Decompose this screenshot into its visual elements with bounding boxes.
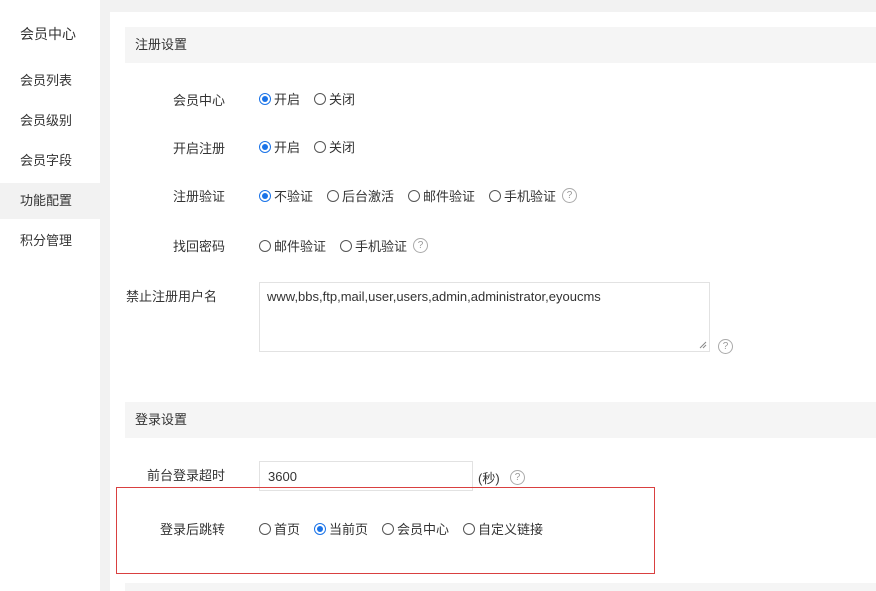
login-redirect-label: 登录后跳转 [159, 522, 225, 537]
login-section-header: 登录设置 [125, 402, 876, 438]
verify-phone-radio[interactable]: 手机验证 [489, 186, 556, 205]
login-timeout-label: 前台登录超时 [146, 468, 225, 483]
radio-dot [259, 189, 271, 202]
login-timeout-unit: (秒) [478, 471, 500, 486]
sidebar-item-member-list[interactable]: 会员列表 [0, 63, 100, 99]
main-panel: 注册设置 会员中心 开启 关闭 开启注册 开启 关闭 注册验证 不验证 后台激活… [110, 12, 876, 591]
radio-dot [463, 522, 476, 535]
radio-dot [382, 522, 395, 535]
next-section-header [125, 583, 876, 591]
radio-dot [489, 189, 502, 202]
radio-dot [259, 140, 271, 153]
radio-label: 开启 [274, 140, 301, 155]
open-register-label: 开启注册 [172, 141, 225, 156]
radio-label: 手机验证 [355, 239, 408, 254]
login-redirect-radio-group: 首页 当前页 会员中心 自定义链接 [259, 519, 557, 538]
radio-label: 关闭 [329, 92, 356, 107]
help-icon[interactable]: ? [718, 339, 733, 354]
member-center-on-radio[interactable]: 开启 [259, 89, 300, 108]
banned-usernames-textarea[interactable] [259, 282, 710, 352]
radio-label: 开启 [274, 92, 301, 107]
recover-phone-radio[interactable]: 手机验证 [340, 236, 407, 255]
radio-dot [259, 522, 271, 535]
sidebar-title: 会员中心 [20, 26, 76, 42]
member-center-label: 会员中心 [172, 93, 225, 108]
radio-label: 自定义链接 [478, 522, 544, 537]
radio-dot [314, 92, 327, 105]
radio-dot [314, 140, 327, 153]
radio-label: 关闭 [329, 140, 356, 155]
radio-label: 邮件验证 [423, 189, 476, 204]
help-icon[interactable]: ? [510, 470, 525, 485]
radio-label: 首页 [274, 522, 301, 537]
radio-dot [259, 92, 271, 105]
recover-password-radio-group: 邮件验证 手机验证 ? [259, 236, 429, 255]
sidebar: 会员中心 会员列表 会员级别 会员字段 功能配置 积分管理 [0, 0, 100, 591]
resize-handle-icon[interactable] [699, 341, 707, 349]
radio-label: 当前页 [329, 522, 369, 537]
redirect-current-page-radio[interactable]: 当前页 [314, 519, 368, 538]
sidebar-item-member-level[interactable]: 会员级别 [0, 103, 100, 139]
radio-label: 手机验证 [504, 189, 557, 204]
help-icon[interactable]: ? [413, 238, 429, 253]
radio-dot [314, 522, 327, 535]
open-register-radio-group: 开启 关闭 [259, 137, 369, 156]
redirect-custom-link-radio[interactable]: 自定义链接 [463, 519, 543, 538]
register-verify-label: 注册验证 [172, 189, 225, 204]
recover-password-label: 找回密码 [172, 239, 225, 254]
radio-dot [408, 189, 421, 202]
banned-usernames-label: 禁止注册用户名 [126, 289, 218, 304]
verify-email-radio[interactable]: 邮件验证 [408, 186, 475, 205]
member-center-radio-group: 开启 关闭 [259, 89, 369, 108]
sidebar-item-points[interactable]: 积分管理 [0, 223, 100, 259]
radio-dot [327, 189, 340, 202]
help-icon[interactable]: ? [562, 188, 578, 203]
register-verify-radio-group: 不验证 后台激活 邮件验证 手机验证 ? [259, 186, 578, 205]
register-section-header: 注册设置 [125, 27, 876, 63]
radio-label: 不验证 [274, 189, 314, 204]
redirect-member-center-radio[interactable]: 会员中心 [382, 519, 449, 538]
member-center-off-radio[interactable]: 关闭 [314, 89, 355, 108]
open-register-off-radio[interactable]: 关闭 [314, 137, 355, 156]
radio-dot [340, 239, 353, 252]
verify-admin-activate-radio[interactable]: 后台激活 [327, 186, 394, 205]
sidebar-item-feature-config[interactable]: 功能配置 [0, 183, 100, 219]
radio-label: 后台激活 [342, 189, 395, 204]
sidebar-item-member-fields[interactable]: 会员字段 [0, 143, 100, 179]
radio-label: 会员中心 [397, 522, 450, 537]
open-register-on-radio[interactable]: 开启 [259, 137, 300, 156]
radio-label: 邮件验证 [274, 239, 327, 254]
recover-email-radio[interactable]: 邮件验证 [259, 236, 326, 255]
radio-dot [259, 239, 271, 252]
redirect-home-radio[interactable]: 首页 [259, 519, 300, 538]
verify-none-radio[interactable]: 不验证 [259, 186, 313, 205]
